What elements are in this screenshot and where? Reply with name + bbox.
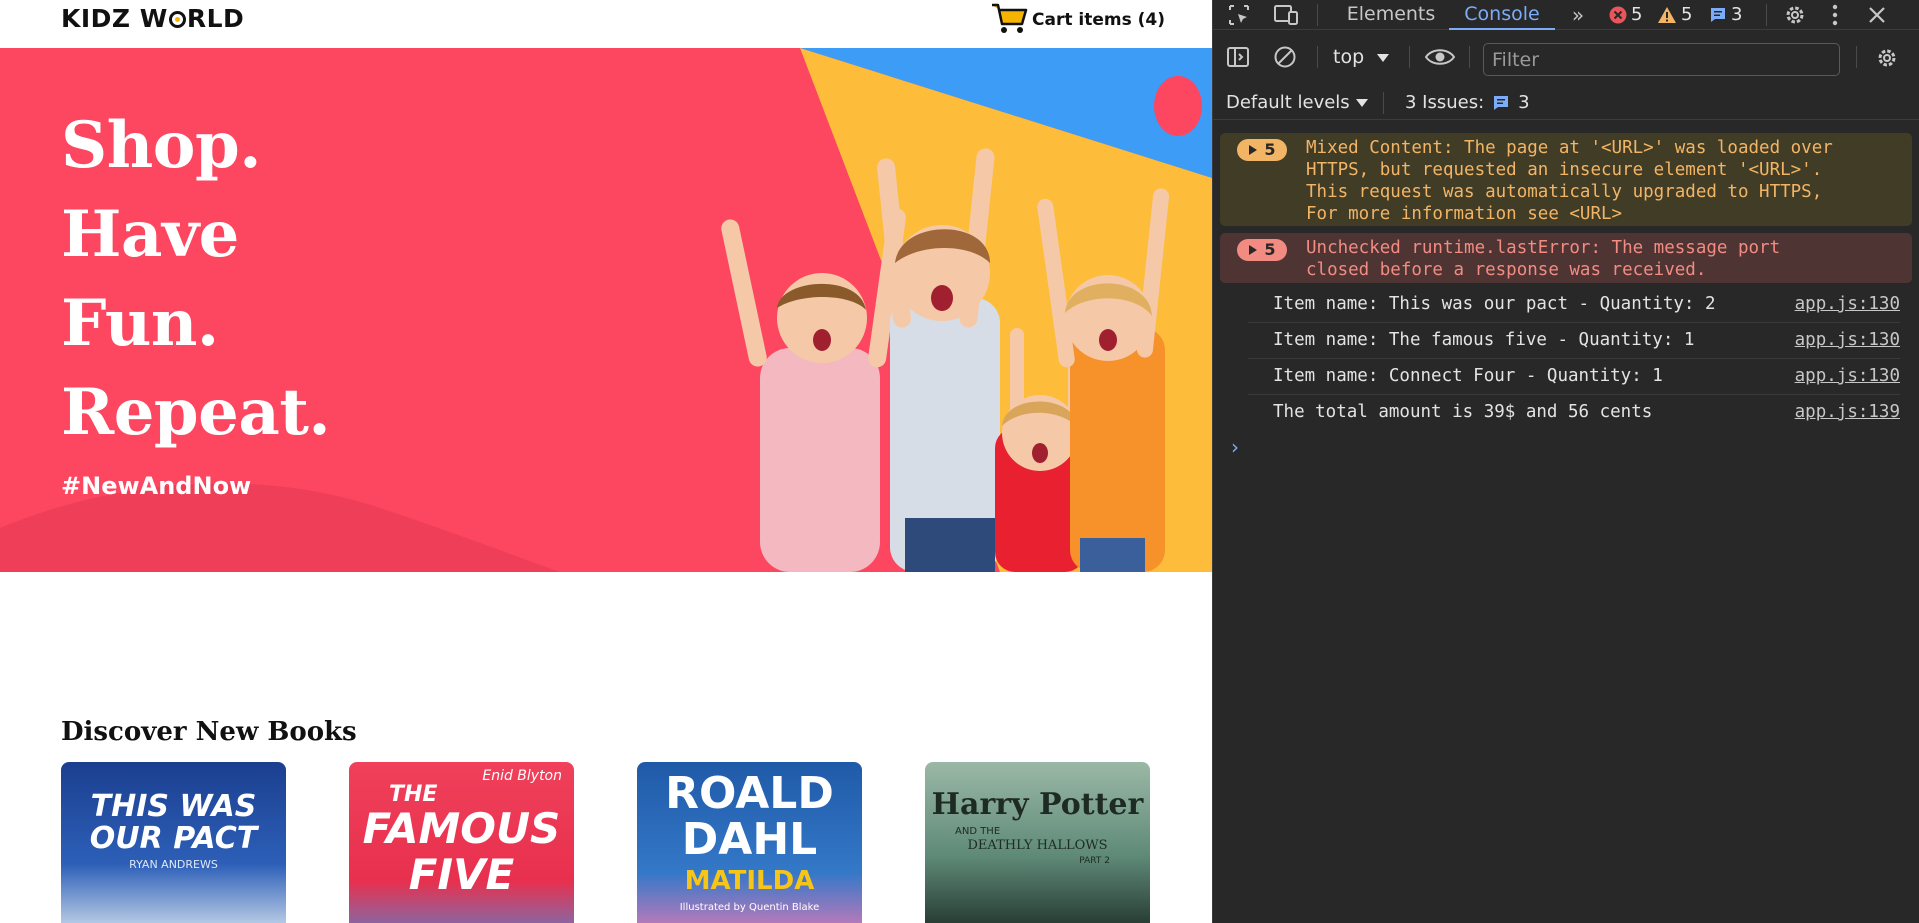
source-link[interactable]: app.js:130 [1795, 294, 1900, 314]
message-icon [1494, 95, 1509, 110]
shopping-cart-icon [990, 0, 1030, 40]
discover-books-heading: Discover New Books [61, 717, 357, 747]
book-card-matilda[interactable]: ROALD DAHL MATILDA Illustrated by Quenti… [637, 762, 862, 923]
more-tabs-chevron-icon[interactable]: » [1565, 2, 1591, 28]
console-log-row: Item name: This was our pact - Quantity:… [1248, 287, 1900, 323]
live-expression-eye-icon[interactable] [1423, 44, 1457, 70]
console-error-message[interactable]: 5 Unchecked runtime.lastError: The messa… [1220, 233, 1912, 283]
book-author: Illustrated by Quentin Blake [679, 902, 820, 913]
console-levels-bar: Default levels 3 Issues: 3 [1213, 84, 1919, 120]
error-text: Unchecked runtime.lastError: The message… [1306, 238, 1781, 280]
cart-button[interactable]: Cart items (4) [990, 2, 1165, 38]
book-title: MATILDA [684, 866, 815, 896]
warning-counter[interactable]: 5 [1657, 4, 1692, 25]
dropdown-arrow-icon [1376, 46, 1390, 68]
sidebar-toggle-icon[interactable] [1225, 44, 1251, 70]
tab-elements[interactable]: Elements [1333, 0, 1449, 30]
clear-console-icon[interactable] [1272, 44, 1298, 70]
book-title: DAHL [681, 814, 818, 865]
source-link[interactable]: app.js:139 [1795, 402, 1900, 422]
log-text: Item name: This was our pact - Quantity:… [1273, 294, 1716, 314]
expand-triangle-icon [1249, 245, 1258, 255]
book-list: THIS WAS OUR PACT RYAN ANDREWS Enid Blyt… [61, 762, 1151, 923]
book-card-famous-five[interactable]: Enid Blyton THE FAMOUS FIVE [349, 762, 574, 923]
console-prompt-chevron-icon[interactable]: › [1231, 435, 1239, 459]
hero-line-fun: Fun. [61, 286, 219, 361]
console-settings-gear-icon[interactable] [1873, 44, 1901, 72]
book-part: PART 2 [1079, 856, 1110, 866]
hero-hashtag: #NewAndNow [61, 472, 252, 500]
book-card-this-was-our-pact[interactable]: THIS WAS OUR PACT RYAN ANDREWS [61, 762, 286, 923]
console-log-row: The total amount is 39$ and 56 cents app… [1248, 395, 1900, 431]
console-toolbar: top [1213, 30, 1919, 76]
hero-line-repeat: Repeat. [61, 375, 331, 450]
site-header: KIDZ W RLD Cart items (4) [0, 0, 1212, 48]
book-title: THIS WAS [90, 789, 257, 824]
book-title: ROALD [665, 768, 834, 819]
repeat-count-badge: 5 [1237, 239, 1287, 261]
book-title: FAMOUS [362, 804, 561, 853]
close-icon[interactable] [1863, 1, 1891, 29]
error-icon [1609, 6, 1627, 23]
console-warning-message[interactable]: 5 Mixed Content: The page at '<URL>' was… [1220, 133, 1912, 226]
warning-text: Mixed Content: The page at '<URL>' was l… [1306, 138, 1833, 224]
book-author: RYAN ANDREWS [129, 858, 218, 871]
book-title: OUR PACT [89, 821, 258, 856]
cart-items-label: Cart items (4) [1032, 10, 1165, 30]
inspect-element-icon[interactable] [1225, 2, 1253, 28]
console-log-row: Item name: Connect Four - Quantity: 1 ap… [1248, 359, 1900, 395]
issues-link[interactable]: 3 Issues: 3 [1405, 92, 1530, 113]
book-title: Harry Potter [931, 787, 1144, 822]
error-counter[interactable]: 5 [1609, 4, 1642, 25]
hero-banner: Shop. Have Fun. Repeat. #NewAndNow [0, 48, 1212, 572]
dropdown-arrow-icon [1355, 92, 1368, 113]
tab-console[interactable]: Console [1449, 0, 1555, 30]
book-author: Enid Blyton [482, 768, 562, 784]
book-card-harry-potter[interactable]: Harry Potter AND THE DEATHLY HALLOWS PAR… [925, 762, 1150, 923]
book-subtitle: DEATHLY HALLOWS [967, 838, 1108, 853]
more-options-icon[interactable] [1825, 1, 1845, 29]
device-toolbar-icon[interactable] [1271, 2, 1301, 28]
settings-gear-icon[interactable] [1781, 1, 1809, 29]
hero-line-shop: Shop. [61, 108, 261, 183]
info-counter[interactable]: 3 [1709, 4, 1742, 25]
devtools-tab-bar: Elements Console » 5 5 3 [1213, 0, 1919, 30]
expand-triangle-icon [1249, 145, 1258, 155]
book-title: THE [389, 782, 438, 807]
hero-line-have: Have [61, 197, 239, 272]
source-link[interactable]: app.js:130 [1795, 366, 1900, 386]
log-text: The total amount is 39$ and 56 cents [1273, 402, 1653, 422]
console-log-row: Item name: The famous five - Quantity: 1… [1248, 323, 1900, 359]
default-levels-dropdown[interactable]: Default levels [1226, 92, 1368, 113]
console-filter-input[interactable] [1483, 43, 1840, 76]
repeat-count-badge: 5 [1237, 139, 1287, 161]
message-icon [1711, 7, 1725, 22]
warning-icon [1658, 6, 1676, 23]
website-viewport: KIDZ W RLD Cart items (4) Shop. Have Fun… [0, 0, 1212, 923]
devtools-panel: Elements Console » 5 5 3 top Filter Defa… [1212, 0, 1919, 923]
book-title: FIVE [408, 850, 515, 899]
source-link[interactable]: app.js:130 [1795, 330, 1900, 350]
context-selector[interactable]: top [1333, 42, 1390, 72]
log-text: Item name: The famous five - Quantity: 1 [1273, 330, 1695, 350]
log-text: Item name: Connect Four - Quantity: 1 [1273, 366, 1663, 386]
site-logo[interactable]: KIDZ W RLD [61, 4, 244, 33]
book-subtitle: AND THE [955, 826, 1001, 837]
